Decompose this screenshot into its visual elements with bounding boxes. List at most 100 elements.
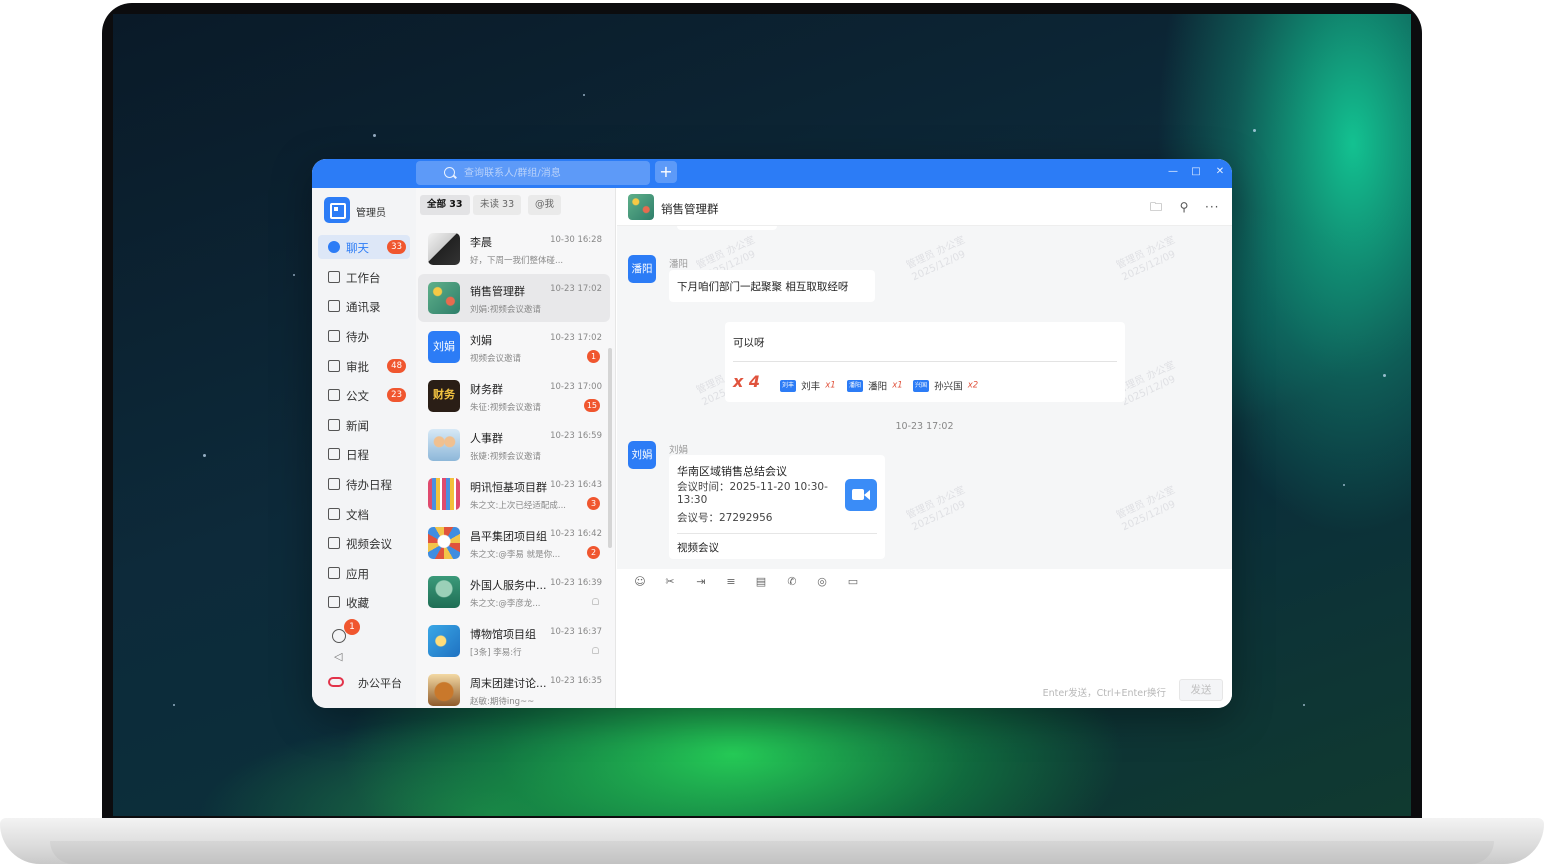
conversation-item[interactable]: 昌平集团项目组 10-23 16:42 朱之文:@李易 就是你... 2 <box>418 519 610 567</box>
avatar <box>428 478 460 510</box>
conversation-name: 李晨 <box>470 236 492 249</box>
notes-icon[interactable]: ▤ <box>754 575 768 589</box>
meeting-icon[interactable]: ◎ <box>815 575 829 589</box>
sidebar-item-todo[interactable]: 待办 <box>318 324 410 348</box>
conversation-item[interactable]: 李晨 10-30 16:28 好，下周一我们整体碰... <box>418 225 610 273</box>
apps-icon <box>328 567 340 579</box>
notification-icon[interactable] <box>332 629 346 643</box>
conversation-list: 全部 33 未读 33 @我 李晨 10-30 16:28 好，下周一我们整体碰… <box>416 188 616 708</box>
conversation-item[interactable]: 财务 财务群 10-23 17:00 朱征:视频会议邀请 15 <box>418 372 610 420</box>
meeting-time: 会议时间：2025-11-20 10:30- <box>677 481 828 493</box>
sidebar-item-approval[interactable]: 审批 48 <box>318 354 410 378</box>
message-bubble[interactable]: 下月咱们部门一起聚聚 相互取取经呀 <box>669 270 875 302</box>
collapse-sidebar-icon[interactable]: ◁ <box>334 650 342 663</box>
sidebar-item-label: 工作台 <box>346 271 381 285</box>
mini-avatar: 潘阳 <box>847 379 863 392</box>
history-icon[interactable]: ≡ <box>724 575 738 589</box>
sidebar-item-docs[interactable]: 文档 <box>318 502 410 526</box>
minimize-button[interactable]: — <box>1166 165 1180 179</box>
group-avatar[interactable] <box>628 194 654 220</box>
notification-badge: 1 <box>344 619 360 635</box>
conversation-name: 明讯恒基项目群 <box>470 481 547 494</box>
filter-tab-mentions[interactable]: @我 <box>528 195 562 215</box>
unread-badge: 15 <box>583 399 600 412</box>
chat-title: 销售管理群 <box>661 202 719 216</box>
contacts-icon <box>328 300 340 312</box>
conversation-item[interactable]: 明讯恒基项目群 10-23 16:43 朱之文:上次已经适配成... 3 <box>418 470 610 518</box>
conversation-item[interactable]: 刘娟 刘娟 10-23 17:02 视频会议邀请 1 <box>418 323 610 371</box>
mute-icon <box>592 598 599 605</box>
sidebar-item-favorites[interactable]: 收藏 <box>318 590 410 614</box>
conversation-name: 博物馆项目组 <box>470 628 536 641</box>
avatar[interactable]: 刘娟 <box>628 441 656 469</box>
conversation-item[interactable]: 周末团建讨论... 10-23 16:35 赵敏:期待ing~~ <box>418 666 610 708</box>
sidebar-item-calendar[interactable]: 日程 <box>318 442 410 466</box>
conversation-time: 10-23 16:37 <box>550 627 602 637</box>
watermark: 管理员 办公室2025/12/09 <box>1114 484 1178 534</box>
user-name[interactable]: 管理员 <box>356 204 386 219</box>
pin-icon[interactable]: ⚲ <box>1177 200 1191 214</box>
conversation-time: 10-23 17:00 <box>550 382 602 392</box>
conversation-time: 10-23 16:42 <box>550 529 602 539</box>
reaction-user[interactable]: 兴国 孙兴国 x2 <box>913 375 978 393</box>
conversation-time: 10-23 16:35 <box>550 676 602 686</box>
filter-tab-all[interactable]: 全部 33 <box>420 195 470 215</box>
more-icon[interactable]: ··· <box>1205 200 1219 214</box>
emoji-icon[interactable]: ☺ <box>633 575 647 589</box>
message-input[interactable] <box>629 599 1219 669</box>
sidebar-item-contacts[interactable]: 通讯录 <box>318 294 410 318</box>
conversation-name: 刘娟 <box>470 334 492 347</box>
conversation-scrollbar[interactable] <box>608 348 612 548</box>
maximize-button[interactable]: □ <box>1189 165 1203 179</box>
sidebar-item-apps[interactable]: 应用 <box>318 561 410 585</box>
conversation-item[interactable]: 博物馆项目组 10-23 16:37 [3条] 李易:行 <box>418 617 610 665</box>
document-icon <box>328 389 340 401</box>
search-icon <box>444 167 455 178</box>
reaction-message-card[interactable]: 可以呀 x 4 刘丰 刘丰 x1 潘阳 潘阳 x1 兴国 孙兴国 x2 <box>725 322 1125 402</box>
sidebar-item-video-meeting[interactable]: 视频会议 <box>318 531 410 555</box>
meeting-invite-card[interactable]: 华南区域销售总结会议 会议时间：2025-11-20 10:30- 13:30 … <box>669 455 885 559</box>
search-box[interactable] <box>416 161 650 185</box>
avatar[interactable]: 潘阳 <box>628 255 656 283</box>
conversation-item[interactable]: 销售管理群 10-23 17:02 刘娟:视频会议邀请 <box>418 274 610 322</box>
platform-logo-icon <box>328 677 344 687</box>
avatar <box>428 527 460 559</box>
unread-badge: 2 <box>587 546 600 559</box>
folder-icon[interactable]: 🗀 <box>1149 200 1163 214</box>
conversation-preview: 刘娟:视频会议邀请 <box>470 305 541 315</box>
reaction-user[interactable]: 潘阳 潘阳 x1 <box>847 375 903 393</box>
sidebar-item-documents[interactable]: 公文 23 <box>318 383 410 407</box>
file-upload-icon[interactable]: ⇥ <box>694 575 708 589</box>
watermark: 管理员 办公室2025/12/09 <box>1114 234 1178 284</box>
video-camera-icon[interactable] <box>845 479 877 511</box>
reaction-user-count: x1 <box>892 380 903 391</box>
conversation-item[interactable]: 人事群 10-23 16:59 张婕:视频会议邀请 <box>418 421 610 469</box>
close-button[interactable]: ✕ <box>1213 165 1227 179</box>
search-input[interactable] <box>464 165 644 181</box>
send-button[interactable]: 发送 <box>1179 679 1223 701</box>
sidebar-item-label: 收藏 <box>346 596 369 610</box>
add-button[interactable]: + <box>655 161 677 183</box>
sidebar-item-label: 新闻 <box>346 419 369 433</box>
avatar <box>428 233 460 265</box>
filter-tab-unread[interactable]: 未读 33 <box>473 195 522 215</box>
avatar <box>428 282 460 314</box>
laptop-base-lip <box>50 841 1494 864</box>
conversation-preview: 好，下周一我们整体碰... <box>470 256 564 266</box>
sidebar-item-workbench[interactable]: 工作台 <box>318 265 410 289</box>
voice-call-icon[interactable]: ✆ <box>785 575 799 589</box>
sidebar-item-todo-calendar[interactable]: 待办日程 <box>318 472 410 496</box>
mute-icon <box>592 647 599 654</box>
previous-message-bubble <box>677 226 777 230</box>
conversation-time: 10-23 17:02 <box>550 284 602 294</box>
window-icon[interactable]: ▭ <box>846 575 860 589</box>
conversation-item[interactable]: 外国人服务中... 10-23 16:39 朱之文:@李彦龙... <box>418 568 610 616</box>
screenshot-scissors-icon[interactable]: ✂ <box>663 575 677 589</box>
sidebar-item-chat[interactable]: 聊天 33 <box>318 235 410 259</box>
chat-icon <box>328 241 340 253</box>
platform-label: 办公平台 <box>358 677 402 690</box>
sidebar-item-news[interactable]: 新闻 <box>318 413 410 437</box>
reaction-user[interactable]: 刘丰 刘丰 x1 <box>780 375 836 393</box>
sidebar-item-label: 待办 <box>346 330 369 344</box>
divider <box>677 533 877 534</box>
